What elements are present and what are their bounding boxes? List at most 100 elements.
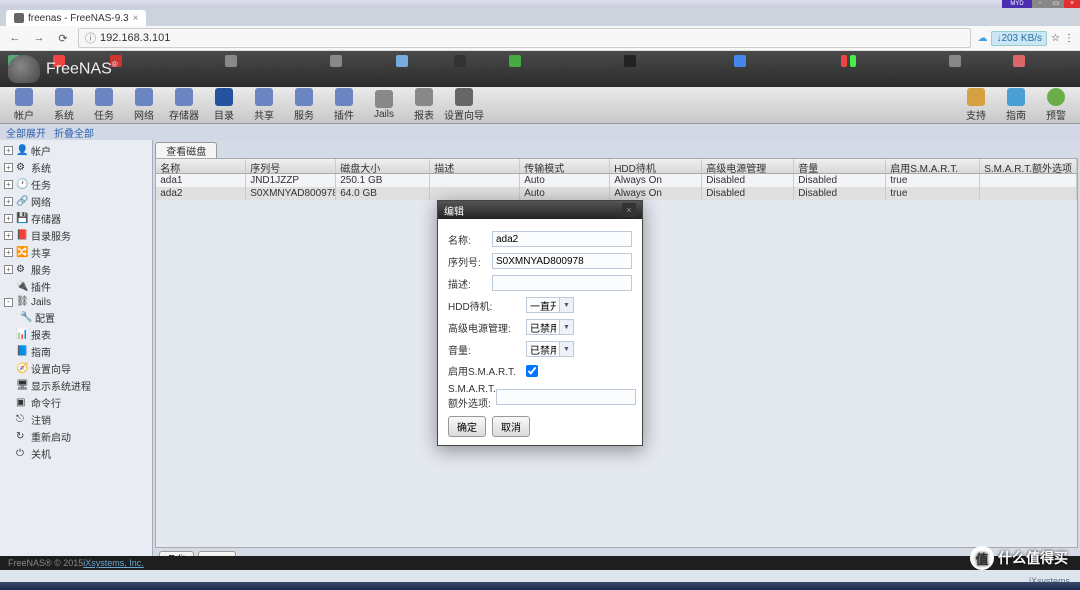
col-trans[interactable]: 传输模式 <box>520 159 610 173</box>
expand-icon[interactable]: + <box>4 180 13 189</box>
col-size[interactable]: 磁盘大小 <box>336 159 430 173</box>
bookmark-item[interactable]: 全国大学生英语四六 <box>509 54 614 69</box>
cloud-icon[interactable]: ☁ <box>977 33 987 44</box>
tree-jails-config[interactable]: 🔧配置 <box>0 309 152 326</box>
input-desc[interactable] <box>492 275 632 291</box>
expand-icon[interactable]: + <box>4 197 13 206</box>
chevron-down-icon[interactable]: ▼ <box>560 341 574 357</box>
tree-report[interactable]: 📊报表 <box>0 326 152 343</box>
select-hdd-standby[interactable]: ▼ <box>526 297 574 313</box>
tree-services[interactable]: +⚙服务 <box>0 261 152 278</box>
window-close[interactable]: × <box>1064 0 1080 8</box>
col-pwr[interactable]: 高级电源管理 <box>702 159 794 173</box>
input-smartopt[interactable] <box>496 389 636 405</box>
bookmark-item[interactable]: 愛您啦BT下载 <box>1013 54 1080 69</box>
select-power-mgmt[interactable]: ▼ <box>526 319 574 335</box>
app-name: FreeNAS® <box>46 60 118 78</box>
bookmark-item[interactable]: WikiDevi <box>949 55 1003 67</box>
expand-icon[interactable]: + <box>4 146 13 155</box>
tree-jails[interactable]: -⛓Jails <box>0 295 152 309</box>
tool-guide[interactable]: 指南 <box>996 88 1036 122</box>
ixsystems-link[interactable]: iXsystems, Inc. <box>83 558 144 568</box>
window-minimize[interactable]: - <box>1032 0 1048 8</box>
forward-button[interactable]: → <box>30 29 48 47</box>
input-serial[interactable] <box>492 253 632 269</box>
bookmark-item[interactable]: Google Code Arch <box>734 55 831 67</box>
col-smart[interactable]: 启用S.M.A.R.T. <box>886 159 980 173</box>
tool-plugins[interactable]: 插件 <box>324 88 364 122</box>
tree-processes[interactable]: 🖥显示系统进程 <box>0 377 152 394</box>
chevron-down-icon[interactable]: ▼ <box>560 319 574 335</box>
tree-logout[interactable]: ⎋注销 <box>0 411 152 428</box>
tool-storage[interactable]: 存储器 <box>164 88 204 122</box>
ok-button[interactable]: 确定 <box>448 416 486 437</box>
tree-wizard[interactable]: 🧭设置向导 <box>0 360 152 377</box>
tree-dirservice[interactable]: +📕目录服务 <box>0 227 152 244</box>
select-acoustic[interactable]: ▼ <box>526 341 574 357</box>
os-taskbar[interactable] <box>0 582 1080 590</box>
tree-tasks[interactable]: +🕐任务 <box>0 176 152 193</box>
tool-account[interactable]: 帐户 <box>4 88 44 122</box>
col-acoustic[interactable]: 音量 <box>794 159 886 173</box>
power-icon: ⏻ <box>16 448 28 460</box>
chevron-down-icon[interactable]: ▼ <box>560 297 574 313</box>
input-name[interactable] <box>492 231 632 247</box>
expand-icon[interactable]: + <box>4 248 13 257</box>
tool-tasks[interactable]: 任务 <box>84 88 124 122</box>
tree-shutdown[interactable]: ⏻关机 <box>0 445 152 462</box>
expand-icon[interactable]: + <box>4 214 13 223</box>
col-name[interactable]: 名称 <box>156 159 246 173</box>
window-maximize[interactable]: ▭ <box>1048 0 1064 8</box>
dialog-titlebar[interactable]: 编辑 × <box>438 201 642 219</box>
table-row[interactable]: ada1JND1JZZP250.1 GBAutoAlways OnDisable… <box>156 174 1077 187</box>
col-smartopt[interactable]: S.M.A.R.T.额外选项 <box>980 159 1077 173</box>
tab-view-disks[interactable]: 查看磁盘 <box>155 142 217 158</box>
col-desc[interactable]: 描述 <box>430 159 520 173</box>
expand-icon[interactable]: + <box>4 231 13 240</box>
collapse-icon[interactable]: - <box>4 298 13 307</box>
tree-account[interactable]: +👤帐户 <box>0 142 152 159</box>
tool-jails[interactable]: Jails <box>364 90 404 120</box>
browser-tab[interactable]: freenas - FreeNAS-9.3 × <box>6 10 146 26</box>
tool-alert[interactable]: 预警 <box>1036 88 1076 122</box>
table-row[interactable]: ada2S0XMNYAD80097864.0 GBAutoAlways OnDi… <box>156 187 1077 200</box>
tree-storage[interactable]: +💾存储器 <box>0 210 152 227</box>
expand-all-link[interactable]: 全部展开 <box>6 125 46 140</box>
tool-directory[interactable]: 目录 <box>204 88 244 122</box>
tree-network[interactable]: +🔗网络 <box>0 193 152 210</box>
col-hdd[interactable]: HDD待机 <box>610 159 702 173</box>
tool-report[interactable]: 报表 <box>404 88 444 122</box>
tree-plugins[interactable]: 🔌插件 <box>0 278 152 295</box>
tool-system[interactable]: 系统 <box>44 88 84 122</box>
back-button[interactable]: ← <box>6 29 24 47</box>
tree-sharing[interactable]: +🔀共享 <box>0 244 152 261</box>
dialog-close-button[interactable]: × <box>622 203 636 217</box>
reload-button[interactable]: ⟳ <box>54 29 72 47</box>
tree-guide[interactable]: 📘指南 <box>0 343 152 360</box>
tool-sharing[interactable]: 共享 <box>244 88 284 122</box>
tree-shell[interactable]: ▣命令行 <box>0 394 152 411</box>
bookmark-item[interactable]: Microsoft Virtual A <box>841 55 939 67</box>
tab-close-icon[interactable]: × <box>133 13 139 24</box>
bookmark-item[interactable]: 数字化平台手机版 <box>225 54 320 69</box>
checkbox-smart[interactable] <box>526 365 538 377</box>
expand-icon[interactable]: + <box>4 163 13 172</box>
tool-support[interactable]: 支持 <box>956 88 996 122</box>
bookmark-item[interactable]: C#技术 <box>396 54 444 69</box>
cancel-button[interactable]: 取消 <box>492 416 530 437</box>
collapse-all-link[interactable]: 折叠全部 <box>54 125 94 140</box>
tool-wizard[interactable]: 设置向导 <box>444 88 484 122</box>
tree-reboot[interactable]: ↻重新启动 <box>0 428 152 445</box>
expand-icon[interactable]: + <box>4 265 13 274</box>
star-icon[interactable]: ☆ <box>1051 33 1060 44</box>
bookmark-item[interactable]: NAS技术 <box>330 54 386 69</box>
bookmark-item[interactable]: 南京大学仁爱学院软 <box>110 54 215 69</box>
tool-services[interactable]: 服务 <box>284 88 324 122</box>
tool-network[interactable]: 网络 <box>124 88 164 122</box>
col-serial[interactable]: 序列号 <box>246 159 336 173</box>
tree-system[interactable]: +⚙系统 <box>0 159 152 176</box>
url-input[interactable]: ⓘ 192.168.3.101 <box>78 28 971 48</box>
bookmark-item[interactable]: Releases · moonlig <box>624 55 725 67</box>
bookmark-item[interactable]: 黑苹果 <box>454 54 499 69</box>
menu-icon[interactable]: ⋮ <box>1064 33 1074 44</box>
